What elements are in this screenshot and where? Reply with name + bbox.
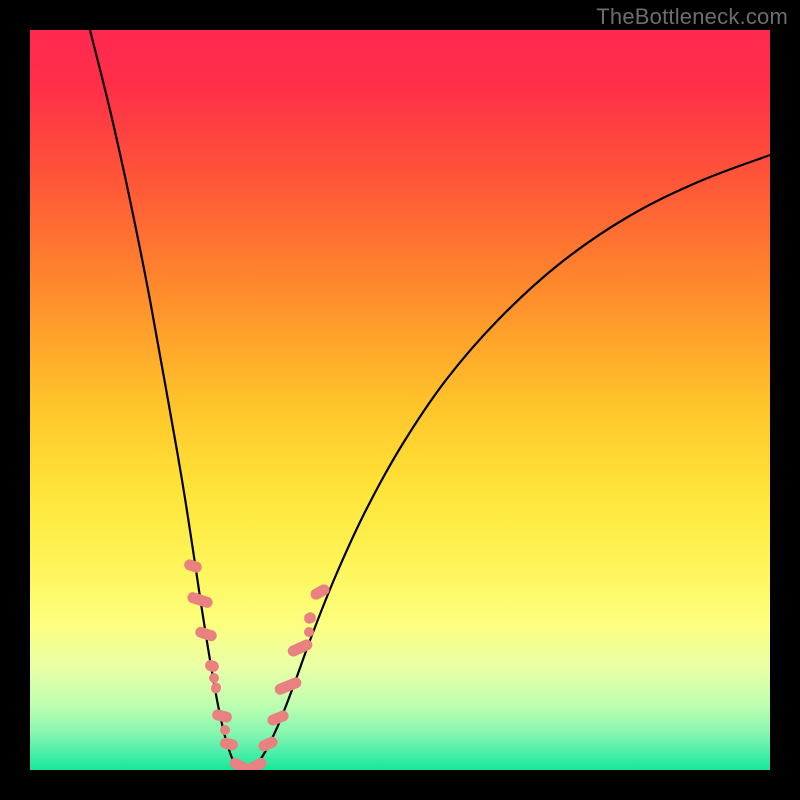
marker-right [286, 638, 314, 659]
marker-right [273, 676, 303, 697]
marker-right [257, 735, 280, 753]
curve-layer [30, 30, 770, 770]
plot-area [30, 30, 770, 770]
marker-right [309, 582, 332, 601]
marker-dot [220, 725, 230, 735]
marker-dot [209, 673, 219, 683]
chart-container: TheBottleneck.com [0, 0, 800, 800]
v-curve [90, 30, 770, 770]
marker-left [219, 737, 239, 752]
marker-left [211, 708, 233, 724]
marker-left [204, 659, 220, 673]
data-markers [183, 558, 332, 770]
marker-right [244, 756, 269, 770]
watermark-text: TheBottleneck.com [596, 4, 788, 30]
marker-left [183, 558, 204, 574]
marker-dot [304, 627, 314, 637]
marker-left [210, 681, 223, 694]
curve-right-branch [246, 155, 770, 770]
curve-left-branch [90, 30, 246, 770]
